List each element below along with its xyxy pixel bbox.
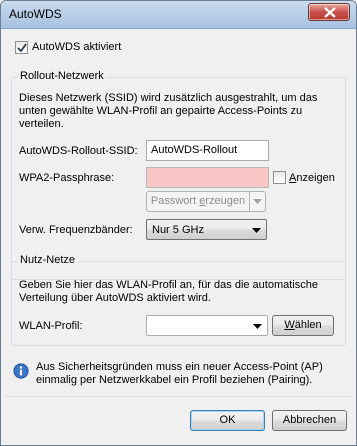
- profile-label: WLAN-Profil:: [19, 320, 83, 332]
- info-text: Aus Sicherheitsgründen muss ein neuer Ac…: [36, 361, 323, 386]
- chevron-down-icon: [253, 324, 262, 329]
- show-passphrase-checkbox[interactable]: [273, 171, 286, 184]
- ssid-input[interactable]: AutoWDS-Rollout: [146, 140, 269, 161]
- passphrase-label: WPA2-Passphrase:: [19, 172, 115, 184]
- freq-select[interactable]: Nur 5 GHz: [146, 219, 267, 240]
- chevron-down-icon: [253, 199, 262, 204]
- generate-password-button[interactable]: Passwort erzeugen: [146, 191, 250, 212]
- close-button[interactable]: [308, 3, 350, 21]
- title-bar[interactable]: AutoWDS: [1, 1, 356, 29]
- cancel-button[interactable]: Abbrechen: [272, 410, 347, 431]
- choose-profile-button[interactable]: Wählen: [272, 315, 334, 336]
- checkmark-icon: [17, 43, 27, 53]
- nutz-description: Geben Sie hier das WLAN-Profil an, für d…: [19, 279, 318, 304]
- freq-selected-value: Nur 5 GHz: [152, 224, 204, 236]
- generate-password-dropdown[interactable]: [249, 191, 266, 212]
- ok-button[interactable]: OK: [190, 410, 265, 431]
- autowds-enabled-label: AutoWDS aktiviert: [32, 41, 122, 53]
- rollout-group-title: Rollout-Netzwerk: [18, 70, 106, 82]
- nutz-group-title: Nutz-Netze: [18, 254, 78, 266]
- show-passphrase-label: Anzeigen: [289, 172, 335, 184]
- close-icon: [324, 7, 336, 18]
- autowds-enabled-checkbox[interactable]: [15, 41, 28, 54]
- autowds-dialog: AutoWDS AutoWDS aktiviert Rollout-Netzwe…: [0, 0, 357, 446]
- passphrase-input[interactable]: [146, 167, 269, 188]
- chevron-down-icon: [252, 228, 261, 233]
- dialog-content: AutoWDS aktiviert Rollout-Netzwerk Diese…: [5, 30, 352, 442]
- button-bar: OK Abbrechen: [5, 396, 352, 442]
- ssid-label: AutoWDS-Rollout-SSID:: [19, 145, 138, 157]
- freq-label: Verw. Frequenzbänder:: [19, 224, 133, 236]
- window-title: AutoWDS: [9, 7, 62, 21]
- info-icon: [13, 363, 29, 379]
- rollout-description: Dieses Netzwerk (SSID) wird zusätzlich a…: [19, 92, 318, 130]
- profile-select[interactable]: [146, 315, 268, 336]
